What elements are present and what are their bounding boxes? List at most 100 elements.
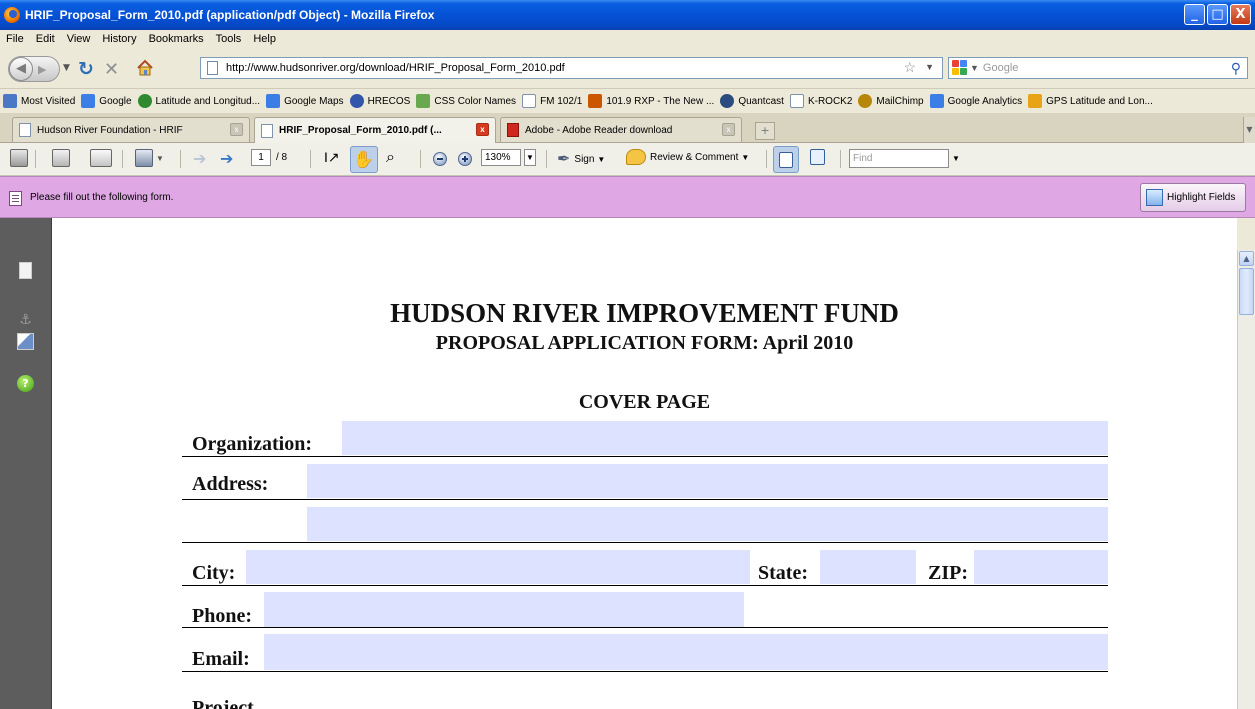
tab-hrif-proposal-form[interactable]: HRIF_Proposal_Form_2010.pdf (... x <box>254 117 496 143</box>
menu-tools[interactable]: Tools <box>216 33 242 45</box>
fit-width-button[interactable] <box>773 146 799 173</box>
separator <box>180 150 181 168</box>
menu-help[interactable]: Help <box>253 33 276 45</box>
highlight-fields-icon <box>1146 189 1163 206</box>
save-icon <box>52 149 70 167</box>
minimize-button[interactable]: _ <box>1184 4 1205 25</box>
find-dropdown-icon[interactable]: ▼ <box>952 154 960 163</box>
search-icon[interactable]: ⚲ <box>1231 60 1241 77</box>
tab-adobe-reader-download[interactable]: Adobe - Adobe Reader download x <box>500 117 742 142</box>
marquee-zoom-button[interactable]: ⌕ <box>386 149 395 167</box>
search-box[interactable]: ▼ Google ⚲ <box>948 57 1248 79</box>
zoom-level-input[interactable]: 130% <box>481 149 521 166</box>
bookmark-google-maps[interactable]: Google Maps <box>266 94 344 108</box>
state-label: State: <box>758 562 808 584</box>
window-title: HRIF_Proposal_Form_2010.pdf (application… <box>25 8 435 22</box>
city-field[interactable] <box>246 550 750 584</box>
select-cursor-icon: I↗ <box>324 149 340 165</box>
bookmark-google-analytics[interactable]: Google Analytics <box>929 94 1022 108</box>
bookmark-k-rock2[interactable]: K-ROCK2 <box>789 94 852 108</box>
scrollbar-thumb[interactable] <box>1239 268 1254 315</box>
next-page-button[interactable]: ➔ <box>220 149 233 169</box>
back-button[interactable]: ◀ <box>9 57 33 81</box>
tab-close-icon[interactable]: x <box>230 123 243 136</box>
bookmark-css-color-names[interactable]: CSS Color Names <box>416 94 516 108</box>
section-heading: COVER PAGE <box>578 391 711 413</box>
zoom-in-button[interactable] <box>458 152 472 166</box>
tab-close-icon[interactable]: x <box>722 123 735 136</box>
menu-history[interactable]: History <box>102 33 136 45</box>
tab-hudson-river-foundation[interactable]: Hudson River Foundation - HRIF x <box>12 117 250 142</box>
new-tab-button[interactable]: + <box>755 122 775 140</box>
menu-bar: File Edit View History Bookmarks Tools H… <box>0 30 1255 47</box>
bookmark-mailchimp[interactable]: MailChimp <box>858 94 924 108</box>
highlight-fields-button[interactable]: Highlight Fields <box>1140 183 1246 212</box>
menu-edit[interactable]: Edit <box>36 33 55 45</box>
organization-field[interactable] <box>342 421 1108 455</box>
phone-field[interactable] <box>264 592 744 628</box>
print-button[interactable] <box>10 149 28 167</box>
tab-strip: Hudson River Foundation - HRIF x HRIF_Pr… <box>0 113 1255 143</box>
bookmark-most-visited[interactable]: Most Visited <box>3 94 75 108</box>
maximize-button[interactable]: □ <box>1207 4 1228 25</box>
bookmark-star-icon[interactable]: ☆ <box>903 59 916 76</box>
menu-view[interactable]: View <box>67 33 91 45</box>
email-button[interactable] <box>90 149 112 167</box>
previous-page-button[interactable]: ➔ <box>193 149 206 169</box>
bookmark-fm-102[interactable]: FM 102/1 <box>522 94 582 108</box>
review-comment-button[interactable]: Review & Comment ▼ <box>626 149 749 165</box>
pdf-page: HUDSON RIVER IMPROVEMENT FUND PROPOSAL A… <box>52 218 1237 709</box>
save-button[interactable] <box>52 149 70 167</box>
pages-panel-icon[interactable] <box>19 262 32 279</box>
organization-label: Organization: <box>192 433 312 455</box>
help-icon[interactable]: ? <box>17 375 34 392</box>
email-field[interactable] <box>264 634 1108 670</box>
separator <box>122 150 123 168</box>
history-dropdown-icon[interactable]: ▼ <box>63 63 70 73</box>
bookmarks-bar: Most Visited Google Latitude and Longitu… <box>0 89 1255 113</box>
tab-close-icon[interactable]: x <box>476 123 489 136</box>
hand-tool-button[interactable]: ✋ <box>350 146 378 173</box>
url-dropdown-icon[interactable]: ▼ <box>925 62 934 72</box>
bookmark-hrecos[interactable]: HRECOS <box>349 94 410 108</box>
vertical-scrollbar[interactable]: ▲ <box>1237 250 1255 709</box>
url-bar[interactable]: http://www.hudsonriver.org/download/HRIF… <box>200 57 943 79</box>
form-notification-bar: Please fill out the following form. High… <box>0 176 1255 218</box>
menu-file[interactable]: File <box>6 33 24 45</box>
menu-bookmarks[interactable]: Bookmarks <box>149 33 204 45</box>
address-line1-field[interactable] <box>307 464 1108 498</box>
select-tool-button[interactable]: I↗ <box>324 149 340 166</box>
bookmark-rxp[interactable]: 101.9 RXP - The New ... <box>588 94 714 108</box>
page-icon <box>19 123 31 137</box>
attach-button[interactable]: ▼ <box>135 149 164 167</box>
tab-list-dropdown-icon[interactable]: ▼ <box>1243 117 1255 143</box>
navigation-bar: ◀ ▶ ▼ ↻ ✕ http://www.hudsonriver.org/dow… <box>0 47 1255 89</box>
bookmark-google[interactable]: Google <box>81 94 132 108</box>
find-input[interactable]: Find <box>849 149 949 168</box>
sign-button[interactable]: ✒ Sign ▼ <box>557 149 605 169</box>
search-engine-dropdown-icon[interactable]: ▼ <box>970 63 979 73</box>
zoom-out-button[interactable] <box>433 152 447 166</box>
separator <box>310 150 311 168</box>
page-total: / 8 <box>276 152 288 163</box>
home-button[interactable] <box>136 59 154 77</box>
close-button[interactable]: X <box>1230 4 1251 25</box>
zip-field[interactable] <box>974 550 1108 584</box>
address-line2-field[interactable] <box>307 507 1108 541</box>
state-field[interactable] <box>820 550 916 584</box>
scroll-up-icon[interactable]: ▲ <box>1239 251 1254 266</box>
bookmark-latitude[interactable]: Latitude and Longitud... <box>137 94 260 108</box>
reader-toolbar: ▼ ➔ ➔ 1 / 8 I↗ ✋ ⌕ 130% ▼ ✒ Sign ▼ Revie… <box>0 143 1255 176</box>
google-icon[interactable] <box>952 60 968 76</box>
bookmark-gps-latitude[interactable]: GPS Latitude and Lon... <box>1028 94 1153 108</box>
bookmark-quantcast[interactable]: Quantcast <box>720 94 784 108</box>
forward-button[interactable]: ▶ <box>38 63 46 76</box>
stop-button[interactable]: ✕ <box>104 59 119 80</box>
fit-page-button[interactable] <box>810 149 825 165</box>
zoom-dropdown-icon[interactable]: ▼ <box>524 149 536 166</box>
signatures-panel-icon[interactable] <box>17 333 34 350</box>
back-forward-group: ◀ ▶ <box>8 56 60 82</box>
reload-button[interactable]: ↻ <box>78 58 94 80</box>
attachments-panel-icon[interactable]: ⚓ <box>17 312 34 329</box>
page-number-input[interactable]: 1 <box>251 149 271 166</box>
